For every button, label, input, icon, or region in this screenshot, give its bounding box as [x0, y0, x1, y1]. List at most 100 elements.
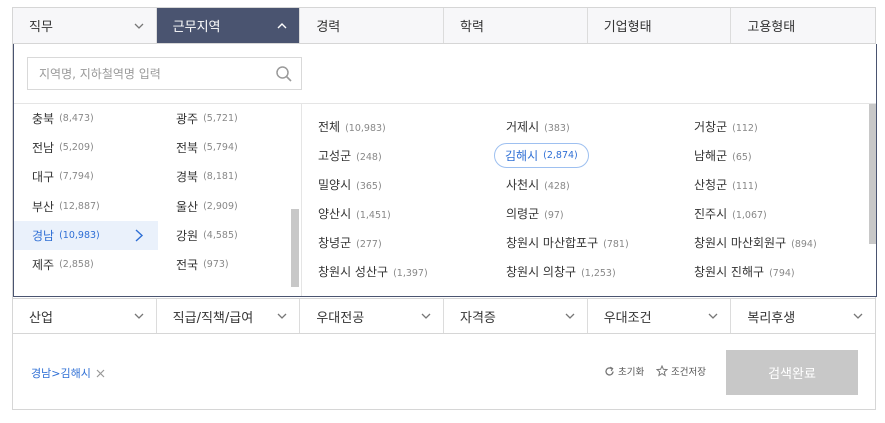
city-name: 전체: [318, 120, 341, 134]
city-item[interactable]: 양산시 (1,451): [318, 199, 506, 228]
city-item-selected[interactable]: 김해시 (2,874): [494, 141, 694, 170]
region-item[interactable]: 충북 (8,473): [14, 104, 158, 133]
search-complete-button[interactable]: 검색완료: [726, 350, 858, 395]
city-item[interactable]: 창원시 마산합포구 (781): [506, 228, 694, 257]
tab-education[interactable]: 학력: [444, 8, 588, 43]
star-icon: [656, 365, 668, 377]
tab-label: 고용형태: [747, 20, 796, 35]
save-condition-button[interactable]: 조건저장: [656, 364, 706, 378]
category-tab-bar: 직무 근무지역 경력 학력 기업형태 고용형태: [13, 8, 875, 44]
city-name: 거제시: [506, 120, 540, 134]
city-scrollbar[interactable]: [869, 104, 876, 294]
region-item[interactable]: 대구 (7,794): [14, 162, 158, 191]
city-name: 거창군: [694, 120, 728, 134]
city-count: (111): [732, 181, 758, 192]
chevron-down-icon: [421, 313, 431, 319]
search-filter-widget: 직무 근무지역 경력 학력 기업형태 고용형태 충북(8,473): [12, 7, 877, 410]
region-scrollbar[interactable]: [291, 209, 299, 287]
region-column-1: 충북 (8,473) 전남 (5,209) 대구 (7,794) 부산 (12,887)…: [14, 104, 158, 279]
tab-label: 학력: [460, 20, 484, 35]
city-item[interactable]: 창원시 진해구 (794): [694, 257, 866, 286]
city-name: 사천시: [506, 178, 540, 192]
city-item[interactable]: 사천시 (428): [506, 170, 694, 199]
tab-employment-type[interactable]: 고용형태: [731, 8, 875, 43]
chevron-down-icon: [134, 313, 144, 319]
city-name: 진주시: [694, 207, 728, 221]
city-item[interactable]: 밀양시 (365): [318, 170, 506, 199]
region-item[interactable]: 제주 (2,858): [14, 250, 158, 279]
city-count: (1,253): [581, 268, 616, 279]
city-item[interactable]: 거창군 (112): [694, 112, 866, 141]
city-item[interactable]: 전체 (10,983): [318, 112, 506, 141]
city-count: (1,397): [393, 268, 428, 279]
selected-location-chip: 경남>김해시: [31, 365, 105, 381]
filter-industry[interactable]: 산업: [13, 299, 157, 333]
city-item[interactable]: 고성군 (248): [318, 141, 506, 170]
city-name: 창원시 의창구: [506, 265, 577, 279]
close-icon[interactable]: [96, 369, 105, 378]
city-item[interactable]: 진주시 (1,067): [694, 199, 866, 228]
city-list: 전체 (10,983) 거제시 (383) 거창군 (112) 고성군 (248) 김해시 (2,…: [302, 104, 866, 296]
tab-career[interactable]: 경력: [300, 8, 445, 43]
chevron-down-icon: [565, 313, 575, 319]
region-item[interactable]: 광주 (5,721): [158, 104, 301, 133]
filter-preferred-major[interactable]: 우대전공: [300, 299, 445, 333]
tab-job[interactable]: 직무: [13, 8, 157, 43]
city-name: 창원시 마산합포구: [506, 236, 599, 250]
region-item[interactable]: 전북 (5,794): [158, 133, 301, 162]
region-item[interactable]: 경북 (8,181): [158, 162, 301, 191]
chevron-down-icon: [277, 313, 287, 319]
chevron-up-icon: [277, 23, 287, 29]
city-name: 남해군: [694, 149, 728, 163]
region-column-2: 광주 (5,721) 전북 (5,794) 경북 (8,181) 울산 (2,909) …: [158, 104, 301, 279]
search-icon[interactable]: [275, 65, 293, 83]
city-count: (2,874): [543, 150, 578, 161]
city-name: 고성군: [318, 149, 352, 163]
reset-button[interactable]: 초기화: [604, 364, 644, 378]
filter-certificate[interactable]: 자격증: [444, 299, 588, 333]
save-condition-label: 조건저장: [671, 367, 706, 378]
filter-preferred-conditions[interactable]: 우대조건: [588, 299, 732, 333]
filter-benefits[interactable]: 복리후생: [731, 299, 875, 333]
city-count: (894): [791, 239, 817, 250]
city-item[interactable]: 남해군 (65): [694, 141, 866, 170]
region-item[interactable]: 강원 (4,585): [158, 221, 301, 250]
filter-position-salary[interactable]: 직급/직책/급여: [157, 299, 301, 333]
region-item[interactable]: 전남 (5,209): [14, 133, 158, 162]
city-name: 밀양시: [318, 178, 352, 192]
region-item-selected[interactable]: 경남 (10,983): [14, 220, 158, 250]
city-count: (365): [356, 181, 382, 192]
city-name: 창원시 성산구: [318, 265, 389, 279]
city-count: (1,451): [356, 210, 391, 221]
tab-label: 직무: [29, 20, 53, 35]
city-item[interactable]: 거제시 (383): [506, 112, 694, 141]
city-item[interactable]: 창원시 성산구 (1,397): [318, 257, 506, 286]
city-item[interactable]: 창원시 의창구 (1,253): [506, 257, 694, 286]
chip-label: 경남>김해시: [31, 367, 91, 380]
city-item[interactable]: 의령군 (97): [506, 199, 694, 228]
city-item[interactable]: 창원시 마산회원구 (894): [694, 228, 866, 257]
scrollbar-thumb[interactable]: [869, 104, 876, 244]
region-item[interactable]: 울산 (2,909): [158, 192, 301, 221]
chevron-down-icon: [853, 313, 863, 319]
tab-work-location[interactable]: 근무지역: [156, 8, 301, 43]
chevron-down-icon: [708, 313, 718, 319]
city-count: (781): [603, 239, 629, 250]
city-count: (112): [732, 123, 758, 134]
city-grid: 전체 (10,983) 거제시 (383) 거창군 (112) 고성군 (248) 김해시 (2,…: [318, 112, 866, 286]
city-item[interactable]: 창녕군 (277): [318, 228, 506, 257]
city-count: (1,067): [732, 210, 767, 221]
chevron-right-icon: [135, 229, 144, 242]
city-count: (428): [544, 181, 570, 192]
reset-label: 초기화: [618, 367, 645, 378]
city-name: 창녕군: [318, 236, 352, 250]
region-item[interactable]: 부산 (12,887): [14, 192, 158, 221]
tab-label: 경력: [316, 20, 341, 35]
location-search-input[interactable]: [28, 58, 268, 89]
region-item[interactable]: 전국 (973): [158, 250, 301, 279]
tab-company-type[interactable]: 기업형태: [588, 8, 732, 43]
city-count: (10,983): [345, 123, 386, 134]
city-item[interactable]: 산청군 (111): [694, 170, 866, 199]
city-count: (97): [544, 210, 564, 221]
location-dropdown-panel: 충북(8,473) 전남(5,209) 대구(7,794) 부산(12,887)…: [13, 44, 877, 297]
